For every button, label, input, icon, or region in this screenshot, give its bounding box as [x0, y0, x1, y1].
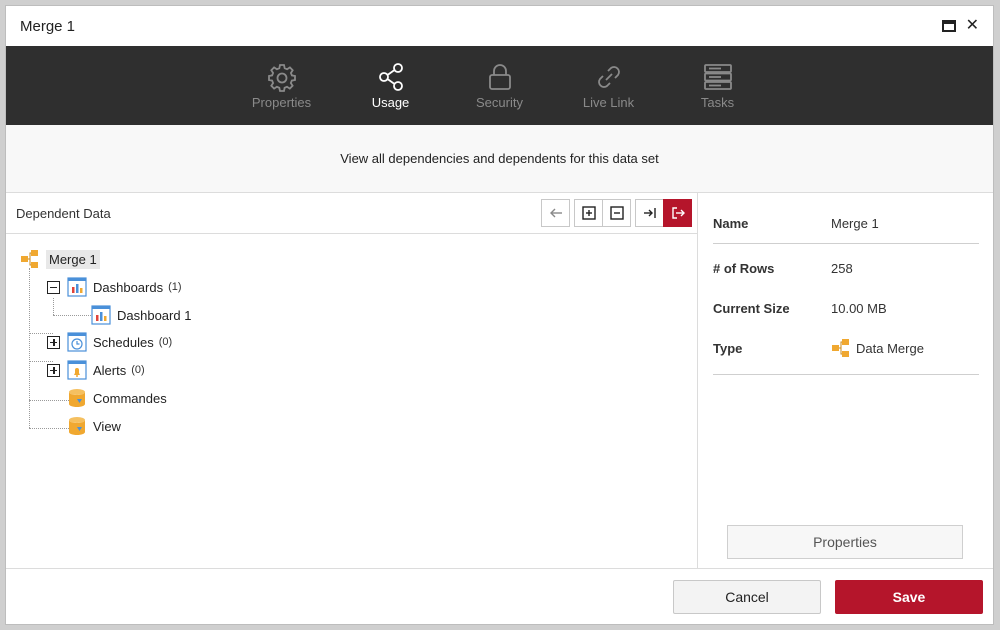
expand-toggle[interactable]	[47, 335, 60, 349]
dashboard-icon	[67, 277, 87, 297]
title-bar: Merge 1 ✕	[6, 6, 993, 46]
divider	[713, 374, 979, 375]
sign-out-icon	[671, 207, 685, 219]
lock-icon	[488, 63, 511, 90]
tree-connector	[29, 428, 69, 429]
server-icon	[703, 63, 732, 90]
detail-value: 10.00 MB	[831, 300, 887, 316]
dependency-tree: Merge 1 Dashboards (1) Dashboard 1 Sched…	[6, 234, 697, 435]
tree-node-label: Alerts	[93, 362, 127, 378]
detail-row-rows: # of Rows 258	[713, 248, 979, 288]
content-area: Dependent Data Merge 1 Dashboards (1) Da…	[6, 193, 993, 569]
tree-node-alerts[interactable]: Alerts (0)	[47, 359, 145, 381]
dataset-icon	[69, 417, 85, 435]
tree-node-root[interactable]: Merge 1	[20, 248, 100, 270]
tree-node-label: Commandes	[93, 390, 167, 406]
arrow-left-icon	[549, 208, 562, 218]
detail-label: Name	[713, 215, 749, 231]
dependent-data-pane: Dependent Data Merge 1 Dashboards (1) Da…	[6, 193, 698, 569]
tab-properties-label: Properties	[251, 94, 312, 110]
dataset-icon	[69, 389, 85, 407]
dependents-button[interactable]	[663, 199, 692, 227]
detail-row-size: Current Size 10.00 MB	[713, 288, 979, 328]
tree-node-count: (0)	[131, 364, 145, 376]
expand-toggle[interactable]	[47, 363, 60, 377]
tab-bar: Properties Usage Security Live Link Task…	[6, 46, 993, 125]
sign-in-icon	[643, 208, 656, 218]
pane-header: Dependent Data	[6, 193, 697, 234]
properties-button[interactable]: Properties	[727, 525, 963, 559]
tree-node-label: Merge 1	[46, 249, 100, 269]
tab-security-label: Security	[476, 94, 523, 110]
tree-node-label: Dashboard 1	[117, 307, 192, 323]
tab-usage[interactable]: Usage	[336, 62, 445, 110]
tree-toolbar	[541, 199, 692, 227]
alert-icon	[67, 360, 87, 380]
tab-tasks[interactable]: Tasks	[663, 62, 772, 110]
dashboard-icon	[91, 305, 111, 325]
detail-label: Type	[713, 340, 743, 356]
schedule-icon	[67, 332, 87, 352]
tree-node-count: (1)	[168, 281, 182, 293]
tree-node-commandes[interactable]: Commandes	[67, 387, 167, 409]
detail-row-name: Name Merge 1	[713, 203, 979, 243]
merge-dialog: Merge 1 ✕ Properties Usage Security Live…	[5, 5, 994, 625]
details-pane: Name Merge 1 # of Rows 258 Current Size …	[698, 193, 993, 569]
detail-value: Merge 1	[831, 215, 879, 231]
close-icon[interactable]: ✕	[966, 18, 979, 34]
tree-node-label: View	[93, 418, 121, 434]
pane-title: Dependent Data	[16, 205, 111, 221]
tab-live-link[interactable]: Live Link	[554, 62, 663, 110]
subtitle-text: View all dependencies and dependents for…	[340, 151, 659, 166]
window-controls: ✕	[941, 18, 979, 34]
save-button[interactable]: Save	[835, 579, 983, 614]
cancel-button[interactable]: Cancel	[673, 579, 821, 614]
detail-row-type: Type Data Merge	[713, 328, 979, 368]
subtitle-bar: View all dependencies and dependents for…	[6, 125, 993, 193]
link-icon	[597, 65, 620, 88]
dialog-footer: Cancel Save	[6, 568, 993, 624]
detail-label: Current Size	[713, 300, 790, 316]
tab-properties[interactable]: Properties	[227, 62, 336, 110]
tab-live-link-label: Live Link	[582, 94, 635, 110]
tree-node-label: Dashboards	[93, 279, 164, 295]
minus-square-icon	[609, 206, 624, 220]
data-merge-icon	[21, 250, 38, 268]
tree-connector	[53, 315, 91, 316]
collapse-all-button[interactable]	[602, 199, 631, 227]
maximize-icon[interactable]	[941, 20, 956, 32]
gear-icon	[267, 63, 296, 92]
type-value-text: Data Merge	[856, 340, 924, 356]
tree-connector	[29, 400, 69, 401]
tree-node-schedules[interactable]: Schedules (0)	[47, 331, 172, 353]
tree-node-view[interactable]: View	[67, 415, 121, 437]
tree-connector	[29, 268, 30, 428]
detail-value: 258	[831, 260, 853, 276]
divider	[713, 243, 979, 244]
data-merge-icon	[832, 339, 849, 357]
tree-node-dashboards[interactable]: Dashboards (1)	[47, 276, 182, 298]
detail-value-type: Data Merge	[831, 338, 924, 358]
back-button[interactable]	[541, 199, 570, 227]
tree-node-count: (0)	[158, 336, 173, 348]
tab-security[interactable]: Security	[445, 62, 554, 110]
tree-node-dashboard-1[interactable]: Dashboard 1	[91, 304, 191, 326]
dependencies-button[interactable]	[635, 199, 664, 227]
tree-node-label: Schedules	[93, 334, 154, 350]
window-title: Merge 1	[20, 17, 76, 35]
detail-label: # of Rows	[713, 260, 775, 276]
tree-connector	[53, 298, 54, 315]
tab-tasks-label: Tasks	[700, 94, 735, 110]
tab-usage-label: Usage	[371, 94, 410, 110]
collapse-toggle[interactable]	[47, 280, 60, 294]
expand-all-button[interactable]	[574, 199, 603, 227]
share-icon	[378, 62, 403, 91]
plus-square-icon	[581, 206, 596, 220]
